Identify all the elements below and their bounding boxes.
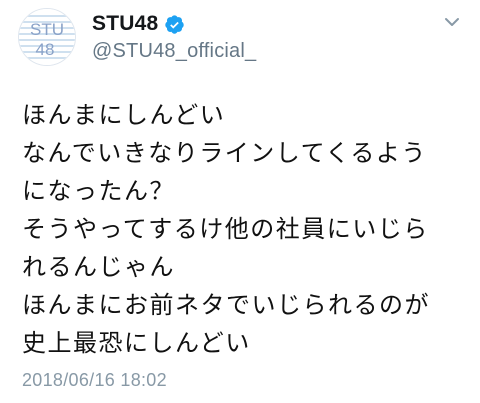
account-names: STU48 @STU48_official_	[92, 10, 256, 63]
avatar[interactable]: STU 48	[18, 8, 76, 66]
tweet-header: STU 48 STU48 @STU48_official_	[14, 6, 466, 72]
chevron-down-icon[interactable]	[442, 12, 462, 32]
tweet-text-line: そうやってするけ他の社員にいじら	[22, 215, 429, 243]
tweet-text: ほんまにしんどい なんでいきなりラインしてくるよう になったん？ そうやってする…	[22, 96, 472, 362]
avatar-line1: STU	[30, 20, 64, 39]
display-name-row: STU48	[92, 10, 256, 38]
tweet-card: STU 48 STU48 @STU48_official_ ほんまにしんどい な…	[0, 0, 480, 403]
tweet-text-line: れるんじゃん	[22, 253, 175, 281]
tweet-text-line: になったん？	[22, 177, 175, 205]
tweet-text-line: ほんまにお前ネタでいじられるのが	[22, 291, 430, 319]
handle[interactable]: @STU48_official_	[92, 40, 256, 63]
verified-badge-icon	[164, 14, 185, 35]
display-name[interactable]: STU48	[92, 12, 158, 36]
tweet-text-line: 史上最恐にしんどい	[22, 329, 251, 357]
tweet-text-line: ほんまにしんどい	[22, 101, 226, 129]
tweet-timestamp[interactable]: 2018/06/16 18:02	[22, 370, 167, 391]
avatar-line2: 48	[36, 40, 55, 59]
stu48-logo-icon: STU 48	[19, 9, 75, 65]
tweet-text-line: なんでいきなりラインしてくるよう	[22, 139, 427, 167]
